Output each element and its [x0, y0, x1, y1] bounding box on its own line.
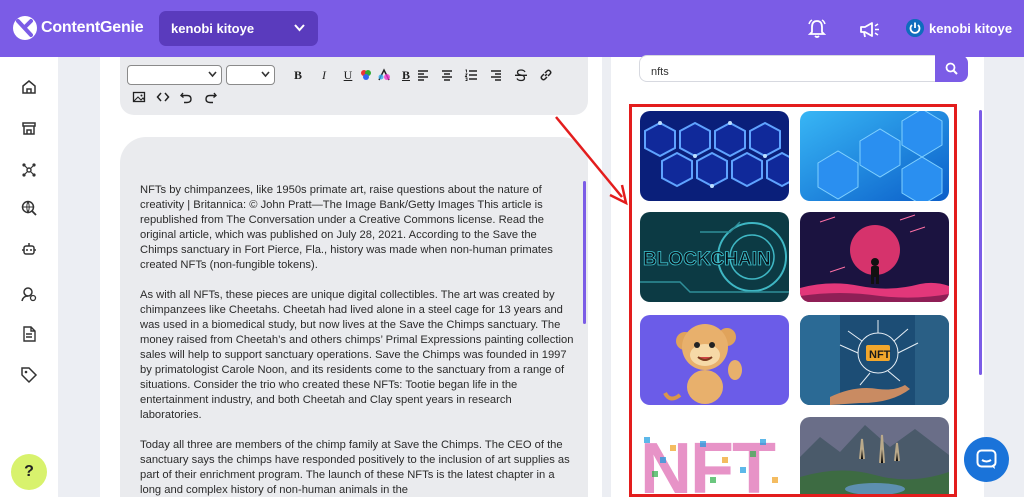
chevron-down-icon [261, 71, 270, 78]
contentgenie-logo-icon[interactable] [12, 14, 38, 42]
strikethrough-icon[interactable] [514, 68, 528, 82]
document-icon[interactable] [20, 325, 38, 343]
background-color-icon[interactable] [377, 68, 391, 82]
underline-button[interactable]: U [341, 68, 355, 82]
annotation-arrow [555, 116, 628, 206]
home-icon[interactable] [20, 78, 38, 96]
article-paragraph: As with all NFTs, these pieces are uniqu… [140, 289, 574, 421]
user-settings-icon[interactable] [20, 285, 38, 303]
user-name: kenobi kitoye [929, 21, 1013, 36]
search-icon [945, 62, 958, 75]
font-style-button[interactable]: B [399, 68, 413, 82]
article-body[interactable]: NFTs by chimpanzees, like 1950s primate … [140, 183, 576, 497]
power-icon [906, 19, 924, 37]
image-icon[interactable] [132, 90, 146, 104]
undo-icon[interactable] [179, 90, 193, 104]
chevron-down-icon [294, 24, 305, 32]
search-button[interactable] [935, 55, 968, 82]
align-left-icon[interactable] [416, 68, 430, 82]
chat-icon [976, 449, 997, 469]
chevron-down-icon [208, 71, 217, 78]
align-center-icon[interactable] [440, 68, 454, 82]
article-paragraph: Today all three are members of the chimp… [140, 439, 570, 496]
help-button[interactable]: ? [11, 454, 47, 490]
editor-toolbar: B I U B [120, 57, 588, 115]
network-icon[interactable] [20, 161, 38, 179]
sidebar [0, 57, 58, 497]
font-family-select[interactable] [127, 65, 222, 85]
ordered-list-icon[interactable] [464, 68, 478, 82]
brand-name[interactable]: ContentGenie [41, 19, 144, 37]
align-right-icon[interactable] [489, 68, 503, 82]
article-editor[interactable]: NFTs by chimpanzees, like 1950s primate … [120, 137, 588, 497]
font-size-select[interactable] [226, 65, 275, 85]
workspace-label: kenobi kitoye [171, 21, 255, 36]
megaphone-icon[interactable] [858, 18, 880, 40]
top-bar: ContentGenie kenobi kitoye kenobi kitoye [0, 0, 1024, 57]
code-icon[interactable] [156, 90, 170, 104]
bold-button[interactable]: B [291, 68, 305, 82]
image-panel-scrollbar[interactable] [979, 110, 982, 375]
store-icon[interactable] [20, 119, 38, 137]
image-results-highlight [629, 104, 957, 497]
redo-icon[interactable] [204, 90, 218, 104]
workspace-selector[interactable]: kenobi kitoye [159, 11, 318, 46]
image-search-input[interactable] [639, 55, 936, 82]
bell-icon[interactable] [806, 18, 828, 40]
text-color-icon[interactable] [359, 68, 373, 82]
tag-icon[interactable] [20, 366, 38, 384]
robot-icon[interactable] [20, 240, 38, 258]
article-paragraph: NFTs by chimpanzees, like 1950s primate … [140, 184, 553, 271]
italic-button[interactable]: I [317, 68, 331, 82]
link-icon[interactable] [539, 68, 553, 82]
search-globe-icon[interactable] [20, 199, 38, 217]
chat-support-button[interactable] [964, 437, 1009, 482]
